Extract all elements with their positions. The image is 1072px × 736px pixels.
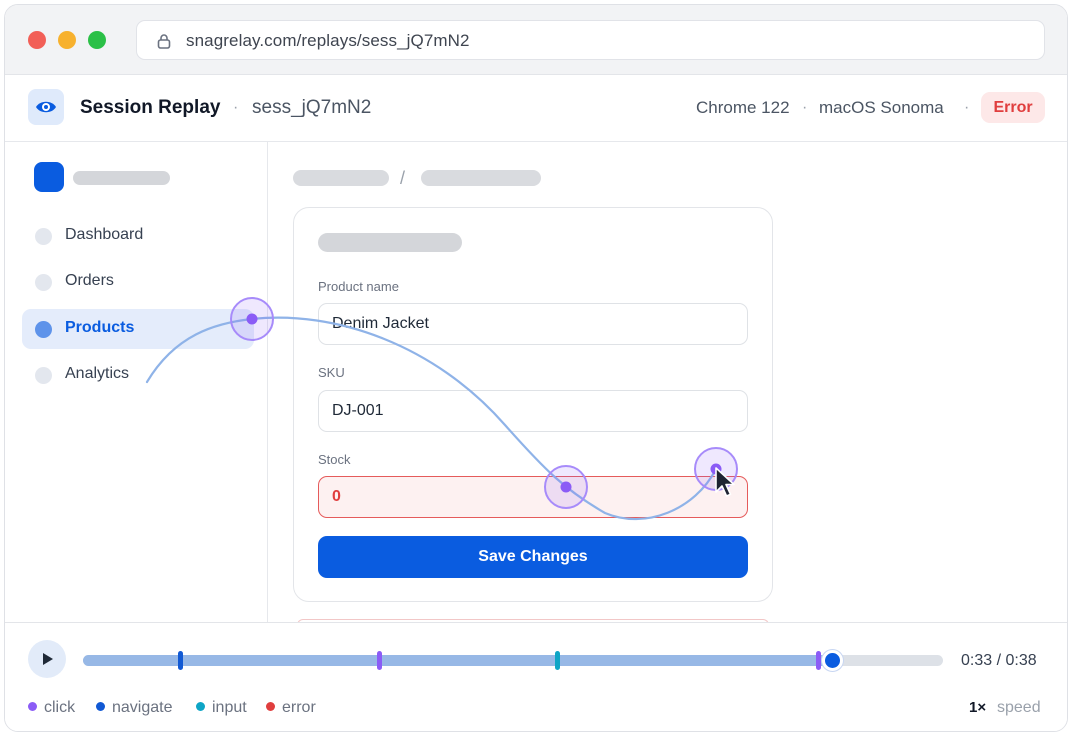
window-minimize-button[interactable]	[58, 31, 76, 49]
sidebar: Dashboard Orders Products Analytics	[5, 142, 268, 622]
timeline-event-click[interactable]	[815, 651, 821, 670]
save-changes-button[interactable]: Save Changes	[318, 536, 748, 578]
play-icon	[43, 653, 53, 665]
sidebar-item-orders[interactable]: Orders	[22, 262, 254, 302]
sku-label: SKU	[318, 365, 345, 380]
stock-label: Stock	[318, 452, 351, 467]
legend-input: input	[196, 699, 247, 717]
nav-dot-icon	[35, 367, 52, 384]
sidebar-item-analytics[interactable]: Analytics	[22, 355, 254, 395]
os-version: macOS Sonoma	[819, 98, 944, 117]
product-name-label: Product name	[318, 279, 399, 294]
lock-icon	[157, 33, 171, 54]
product-form-card: Product name Denim Jacket SKU DJ-001 Sto…	[293, 207, 773, 602]
breadcrumb-placeholder	[293, 170, 389, 186]
card-title-placeholder	[318, 233, 462, 252]
window-maximize-button[interactable]	[88, 31, 106, 49]
play-button[interactable]	[28, 640, 66, 678]
browser-window: snagrelay.com/replays/sess_jQ7mN2 Sessio…	[4, 4, 1068, 732]
product-name-input[interactable]: Denim Jacket	[318, 303, 748, 345]
app-title: Session Replay	[80, 97, 221, 118]
session-id: sess_jQ7mN2	[252, 97, 372, 118]
timeline-scrubber[interactable]	[83, 650, 943, 671]
address-bar-url: snagrelay.com/replays/sess_jQ7mN2	[186, 31, 470, 50]
sidebar-item-label: Analytics	[65, 365, 130, 382]
header-separator: ·	[964, 99, 970, 116]
header-separator: ·	[802, 99, 808, 116]
header-separator: ·	[233, 99, 239, 116]
playback-time: 0:33 / 0:38	[961, 652, 1037, 670]
breadcrumb-placeholder	[421, 170, 541, 186]
app-header: Session Replay · sess_jQ7mN2 Chrome 122 …	[5, 75, 1067, 142]
eye-icon	[28, 89, 64, 125]
speed-label: speed	[997, 699, 1041, 716]
sidebar-item-label: Products	[65, 319, 135, 336]
window-close-button[interactable]	[28, 31, 46, 49]
brand-name-placeholder	[73, 171, 170, 185]
browser-toolbar: snagrelay.com/replays/sess_jQ7mN2	[5, 5, 1067, 75]
sidebar-item-dashboard[interactable]: Dashboard	[22, 216, 254, 256]
legend-navigate: navigate	[96, 699, 173, 717]
nav-dot-icon	[35, 228, 52, 245]
address-bar[interactable]: snagrelay.com/replays/sess_jQ7mN2	[136, 20, 1045, 60]
legend-error: error	[266, 699, 316, 717]
sidebar-item-label: Dashboard	[65, 226, 144, 243]
sidebar-item-label: Orders	[65, 272, 114, 289]
playback-speed-button[interactable]: 1×	[969, 699, 986, 716]
timeline-playhead[interactable]	[822, 650, 844, 671]
timeline-progress	[83, 655, 835, 666]
nav-dot-icon	[35, 274, 52, 291]
stock-input[interactable]: 0	[318, 476, 748, 518]
timeline-event-input[interactable]	[555, 651, 561, 670]
sidebar-item-products[interactable]: Products	[22, 309, 254, 349]
status-badge: Error	[981, 92, 1045, 123]
timeline-event-click[interactable]	[377, 651, 383, 670]
time-separator: /	[996, 652, 1002, 669]
nav-dot-icon	[35, 321, 52, 338]
browser-version: Chrome 122	[696, 98, 790, 117]
current-time: 0:33	[961, 652, 993, 669]
replay-player: 0:33 / 0:38 click navigate input error 1…	[5, 622, 1067, 731]
timeline-event-navigate[interactable]	[177, 651, 183, 670]
total-time: 0:38	[1005, 652, 1037, 669]
breadcrumb-separator: /	[400, 168, 406, 188]
sku-input[interactable]: DJ-001	[318, 390, 748, 432]
legend-click: click	[28, 699, 75, 717]
brand-logo	[34, 162, 64, 192]
